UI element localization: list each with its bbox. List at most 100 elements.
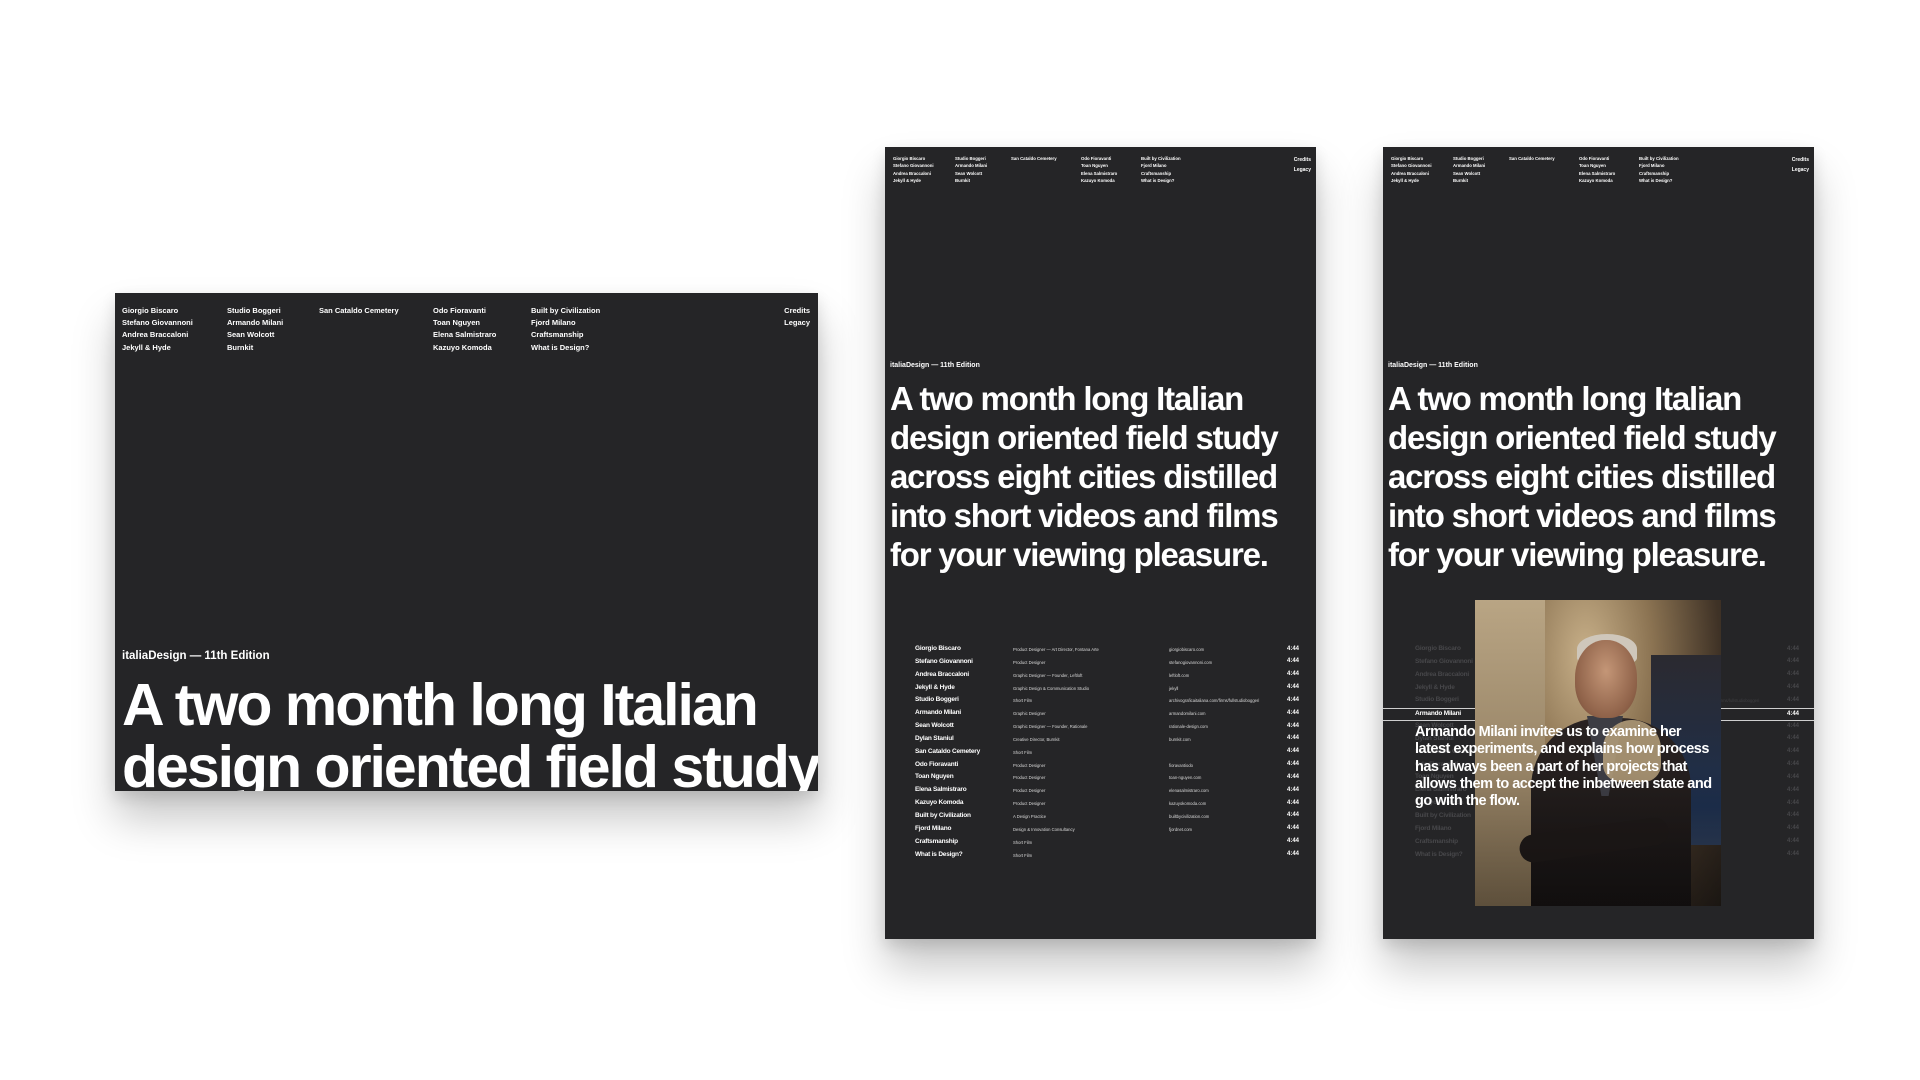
video-list-item[interactable]: What is Design? Short Film 4:44	[915, 850, 1305, 863]
video-list-item[interactable]: Stefano Giovannoni Product Designer stefan…	[915, 657, 1305, 670]
video-website[interactable]: leftloft.com	[1169, 673, 1189, 678]
legacy-link[interactable]: Legacy	[784, 317, 810, 329]
video-website[interactable]: burnkit.com	[1169, 737, 1191, 742]
nav-link[interactable]: Odo Fioravanti	[1081, 155, 1117, 162]
nav-link[interactable]: Built by Civilization	[1639, 155, 1679, 162]
nav-link[interactable]: Stefano Giovannoni	[122, 317, 193, 329]
video-list-item[interactable]: Kazuyo Komoda Product Designer kazuyokomod…	[915, 798, 1305, 811]
nav-link[interactable]: Built by Civilization	[531, 305, 600, 317]
legacy-link[interactable]: Legacy	[1294, 165, 1311, 175]
nav-link[interactable]: Fjord Milano	[1141, 162, 1181, 169]
video-duration: 4:44	[1286, 696, 1299, 703]
video-role: Product Designer	[1013, 659, 1046, 665]
nav-link[interactable]: Giorgio Biscaro	[1391, 155, 1432, 162]
nav-link[interactable]: Sean Wolcott	[227, 329, 283, 341]
video-list-item[interactable]: Giorgio Biscaro Product Designer — Art Di…	[915, 644, 1305, 657]
nav-link[interactable]: Stefano Giovannoni	[1391, 162, 1432, 169]
nav-link[interactable]: Odo Fioravanti	[433, 305, 496, 317]
nav-link[interactable]: Giorgio Biscaro	[122, 305, 193, 317]
nav-link[interactable]: Studio Boggeri	[227, 305, 283, 317]
nav-link[interactable]: Kazuyo Komoda	[1579, 177, 1615, 184]
nav-link[interactable]: Giorgio Biscaro	[893, 155, 934, 162]
nav-link[interactable]: Andrea Braccaloni	[1391, 170, 1432, 177]
credits-link[interactable]: Credits	[1294, 155, 1311, 165]
nav-link[interactable]: Stefano Giovannoni	[893, 162, 934, 169]
video-website[interactable]: rationale-design.com	[1169, 724, 1208, 729]
nav-link[interactable]: Studio Boggeri	[1453, 155, 1485, 162]
video-list-item[interactable]: Elena Salmistraro Product Designer elenasa…	[915, 785, 1305, 798]
video-website[interactable]: giorgiobiscaro.com	[1169, 647, 1204, 652]
video-list-item[interactable]: Fjord Milano Design & Innovation Consulta…	[915, 824, 1305, 837]
video-name: Craftsmanship	[915, 837, 958, 845]
video-duration: 4:44	[1786, 748, 1799, 755]
nav-link[interactable]: Elena Salmistraro	[1081, 170, 1117, 177]
nav-link[interactable]: What is Design?	[1141, 177, 1181, 184]
video-list-item[interactable]: Dylan Staniul Creative Director, Burnkit b…	[915, 734, 1305, 747]
nav-link[interactable]: Armando Milani	[955, 162, 987, 169]
nav-link[interactable]: Kazuyo Komoda	[1081, 177, 1117, 184]
video-list-item[interactable]: Craftsmanship Short Film 4:44	[915, 837, 1305, 850]
video-website[interactable]: fioravantiodo	[1169, 763, 1193, 768]
nav-link[interactable]: Burnkit	[955, 177, 987, 184]
nav-secondary: Credits Legacy	[784, 305, 810, 329]
nav-link[interactable]: Fjord Milano	[531, 317, 600, 329]
video-duration: 4:44	[1786, 786, 1799, 793]
credits-link[interactable]: Credits	[784, 305, 810, 317]
nav-link[interactable]: San Cataldo Cemetery	[1011, 155, 1057, 162]
nav-link[interactable]: Toan Nguyen	[1081, 162, 1117, 169]
video-list-item[interactable]: Toan Nguyen Product Designer toan-nguyen.c…	[915, 772, 1305, 785]
video-website[interactable]: builtbycivilization.com	[1169, 814, 1209, 819]
video-name: Studio Boggeri	[1415, 696, 1459, 704]
video-website[interactable]: fjordnet.com	[1169, 827, 1192, 832]
nav-link[interactable]: Armando Milani	[1453, 162, 1485, 169]
video-website[interactable]: kazuyokomoda.com	[1169, 801, 1206, 806]
video-list-item[interactable]: Studio Boggeri Short Film archivograficait…	[915, 695, 1305, 708]
video-role: A Design Practice	[1013, 813, 1047, 819]
nav-link[interactable]: Toan Nguyen	[1579, 162, 1615, 169]
nav-link[interactable]: Jekyll & Hyde	[122, 342, 193, 354]
nav-link[interactable]: What is Design?	[1639, 177, 1679, 184]
video-website[interactable]: stefanogiovannoni.com	[1169, 660, 1212, 665]
nav-link[interactable]: What is Design?	[531, 342, 600, 354]
video-name: Giorgio Biscaro	[915, 645, 961, 652]
video-list-item[interactable]: Andrea Braccaloni Graphic Designer — Foun…	[915, 670, 1305, 683]
video-duration: 4:44	[1286, 748, 1299, 755]
nav-link[interactable]: Toan Nguyen	[433, 317, 496, 329]
video-website[interactable]: armandomilani.com	[1169, 711, 1206, 716]
nav-link[interactable]: Elena Salmistraro	[433, 329, 496, 341]
nav-link[interactable]: Jekyll & Hyde	[893, 177, 934, 184]
nav-link[interactable]: Built by Civilization	[1141, 155, 1181, 162]
video-website[interactable]: toan-nguyen.com	[1169, 775, 1201, 780]
edition-label: italiaDesign — 11th Edition	[122, 650, 270, 662]
nav-link[interactable]: Andrea Braccaloni	[122, 329, 193, 341]
legacy-link[interactable]: Legacy	[1792, 165, 1809, 175]
nav-link[interactable]: San Cataldo Cemetery	[319, 305, 399, 317]
video-website[interactable]: jekyll	[1169, 686, 1178, 691]
video-website[interactable]: archivograficaitaliana.com/firms/fullstu…	[1169, 698, 1259, 703]
credits-link[interactable]: Credits	[1792, 155, 1809, 165]
nav-link[interactable]: Craftsmanship	[531, 329, 600, 341]
nav-link[interactable]: Craftsmanship	[1639, 170, 1679, 177]
nav-link[interactable]: Andrea Braccaloni	[893, 170, 934, 177]
video-duration: 4:44	[1286, 761, 1299, 768]
nav-link[interactable]: Sean Wolcott	[1453, 170, 1485, 177]
video-list-item[interactable]: Odo Fioravanti Product Designer fioravanti…	[915, 760, 1305, 773]
nav-link[interactable]: San Cataldo Cemetery	[1509, 155, 1555, 162]
video-list-item[interactable]: Armando Milani Graphic Designer armandomil…	[915, 708, 1305, 721]
video-website[interactable]: elenasalmistraro.com	[1169, 788, 1209, 793]
video-list-item[interactable]: Jekyll & Hyde Graphic Design & Communicat…	[915, 683, 1305, 696]
nav-link[interactable]: Burnkit	[227, 342, 283, 354]
nav-link[interactable]: Odo Fioravanti	[1579, 155, 1615, 162]
video-list-item[interactable]: San Cataldo Cemetery Short Film 4:44	[915, 747, 1305, 760]
nav-link[interactable]: Fjord Milano	[1639, 162, 1679, 169]
nav-link[interactable]: Burnkit	[1453, 177, 1485, 184]
nav-link[interactable]: Jekyll & Hyde	[1391, 177, 1432, 184]
nav-link[interactable]: Craftsmanship	[1141, 170, 1181, 177]
nav-link[interactable]: Studio Boggeri	[955, 155, 987, 162]
nav-link[interactable]: Kazuyo Komoda	[433, 342, 496, 354]
video-list-item[interactable]: Sean Wolcott Graphic Designer — Founder, …	[915, 721, 1305, 734]
nav-link[interactable]: Sean Wolcott	[955, 170, 987, 177]
video-list-item[interactable]: Built by Civilization A Design Practice bu…	[915, 811, 1305, 824]
nav-link[interactable]: Armando Milani	[227, 317, 283, 329]
nav-link[interactable]: Elena Salmistraro	[1579, 170, 1615, 177]
